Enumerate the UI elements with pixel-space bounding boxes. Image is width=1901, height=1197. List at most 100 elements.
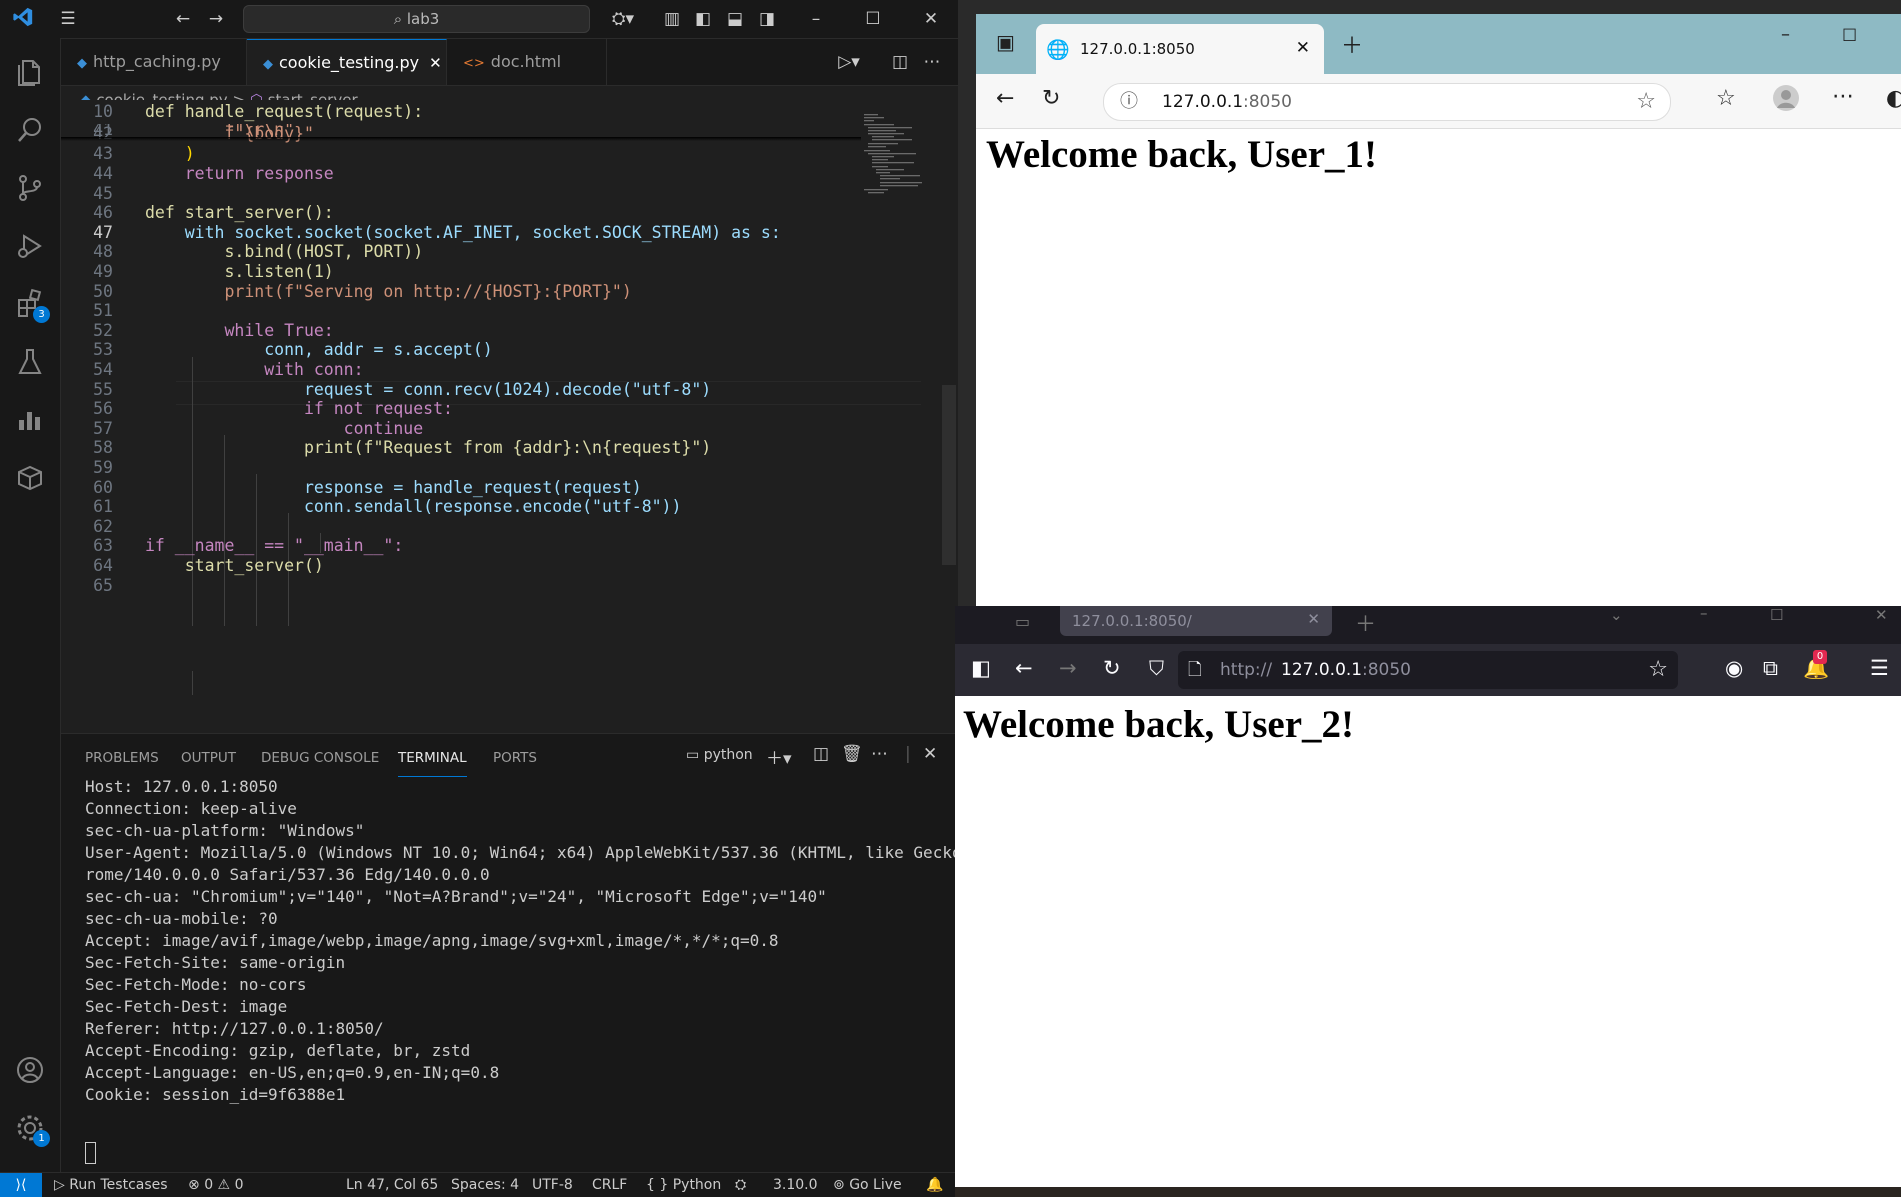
toggle-panel-icon[interactable]: ⬓	[722, 6, 748, 32]
maximize-icon[interactable]: ☐	[1842, 26, 1857, 46]
activity-bar: 3 1	[0, 38, 61, 1172]
account-icon[interactable]: ◉	[1725, 656, 1743, 680]
tab-terminal[interactable]: TERMINAL	[398, 746, 467, 777]
notifications-bell-icon[interactable]: 🔔	[926, 1173, 943, 1197]
toggle-primary-sidebar-icon[interactable]: ◧	[690, 6, 716, 32]
copilot-status-icon[interactable]: ⛭	[735, 1173, 746, 1197]
indentation[interactable]: Spaces: 4	[451, 1173, 519, 1197]
sidebar-icon[interactable]: ◧	[971, 656, 991, 680]
code-editor[interactable]: 41 f"\r\n" 42 f"{body}" 43 ) 44 return r…	[61, 100, 941, 724]
menu-icon[interactable]: ☰	[55, 6, 81, 32]
bookmark-star-icon[interactable]: ☆	[1648, 651, 1668, 689]
vscode-logo-icon	[10, 6, 36, 32]
profile-avatar-icon[interactable]	[1772, 84, 1800, 118]
tab-cookie-testing[interactable]: ◆ cookie_testing.py ✕	[247, 39, 447, 85]
manage-gear-icon[interactable]: 1	[14, 1112, 50, 1147]
back-arrow-icon[interactable]: ←	[996, 86, 1014, 111]
end-of-line[interactable]: CRLF	[592, 1173, 627, 1197]
go-live-button[interactable]: ⊚ Go Live	[833, 1173, 902, 1197]
shield-icon[interactable]: ⛉	[1149, 656, 1164, 680]
terminal-output[interactable]: Host: 127.0.0.1:8050 Connection: keep-al…	[85, 776, 958, 1106]
tab-http-caching[interactable]: ◆ http_caching.py	[61, 39, 247, 85]
back-arrow-icon[interactable]: ←	[1015, 656, 1033, 680]
close-icon[interactable]: ✕	[918, 6, 944, 32]
split-editor-icon[interactable]: ◫	[887, 49, 913, 75]
tab-list-icon[interactable]: ▭	[1015, 612, 1030, 631]
firefox-tab[interactable]: 127.0.0.1:8050/ ✕	[1060, 606, 1332, 636]
minimap[interactable]	[860, 112, 940, 252]
reload-icon[interactable]: ↻	[1103, 656, 1121, 680]
copilot-icon[interactable]: ⛭▾	[603, 6, 643, 32]
run-testcases-button[interactable]: ▷ Run Testcases	[54, 1173, 168, 1197]
sticky-scroll-line[interactable]: 10 def handle_request(request):	[61, 100, 861, 124]
forward-arrow-icon[interactable]: →	[203, 6, 229, 32]
refresh-icon[interactable]: ↻	[1042, 86, 1060, 111]
globe-icon: 🌐	[1046, 39, 1070, 61]
problems-indicator[interactable]: ⊗ 0 ⚠ 0	[188, 1173, 243, 1197]
address-bar[interactable]: 🗋 http://127.0.0.1:8050 ☆	[1178, 651, 1678, 689]
more-actions-icon[interactable]: ⋯	[871, 744, 888, 764]
customize-layout-icon[interactable]: ▥	[659, 6, 685, 32]
divider: |	[905, 744, 911, 764]
more-actions-icon[interactable]: ⋯	[919, 49, 945, 75]
tab-doc-html[interactable]: <> doc.html	[447, 39, 607, 85]
trash-icon[interactable]: 🗑	[841, 744, 863, 764]
source-control-icon[interactable]	[14, 172, 46, 204]
maximize-icon[interactable]: ☐	[860, 6, 886, 32]
remote-indicator-icon[interactable]: ⟩⟨	[0, 1173, 42, 1197]
site-info-icon[interactable]: ⓘ	[1120, 84, 1138, 120]
list-all-tabs-icon[interactable]: ⌄	[1610, 606, 1623, 624]
remote-explorer-icon[interactable]	[14, 462, 46, 494]
settings-more-icon[interactable]: ⋯	[1832, 84, 1854, 109]
extensions-icon[interactable]: 3	[14, 288, 50, 323]
minimize-icon[interactable]: –	[1781, 24, 1790, 45]
command-center-search[interactable]: ⌕ lab3	[243, 5, 590, 33]
copilot-icon[interactable]: ◐	[1886, 86, 1901, 111]
editor-scrollbar[interactable]	[942, 385, 956, 565]
minimize-icon[interactable]: –	[1700, 604, 1708, 622]
close-tab-icon[interactable]: ✕	[1307, 610, 1320, 628]
notification-icon[interactable]: 🔔 0	[1803, 650, 1829, 681]
search-icon[interactable]	[14, 114, 46, 146]
bottom-panel: PROBLEMS OUTPUT DEBUG CONSOLE TERMINAL P…	[61, 733, 958, 1173]
close-panel-icon[interactable]: ✕	[923, 744, 937, 764]
menu-icon[interactable]: ☰	[1870, 656, 1889, 680]
testing-flask-icon[interactable]	[14, 346, 46, 378]
favorites-icon[interactable]: ☆	[1716, 86, 1736, 111]
address-bar[interactable]: ⓘ 127.0.0.1:8050 ☆	[1103, 83, 1671, 121]
terminal-line: Referer: http://127.0.0.1:8050/	[85, 1019, 384, 1038]
extensions-icon[interactable]: ⧉	[1763, 656, 1778, 681]
indent-guide	[192, 671, 193, 695]
minimize-icon[interactable]: –	[803, 6, 829, 32]
tab-output[interactable]: OUTPUT	[181, 746, 236, 776]
run-debug-icon[interactable]	[14, 230, 46, 262]
tab-actions-icon[interactable]: ▣	[996, 30, 1015, 54]
close-window-icon[interactable]: ✕	[1875, 606, 1888, 624]
edge-tab[interactable]: 🌐 127.0.0.1:8050 ✕	[1036, 24, 1324, 74]
tab-debug-console[interactable]: DEBUG CONSOLE	[261, 746, 379, 776]
charts-icon[interactable]	[14, 404, 46, 436]
python-interpreter[interactable]: 3.10.0	[773, 1173, 818, 1197]
terminal-instance[interactable]: ▭ python	[686, 747, 753, 763]
new-terminal-icon[interactable]: ＋▾	[766, 744, 792, 769]
explorer-icon[interactable]	[14, 56, 46, 88]
terminal-line: sec-ch-ua: "Chromium";v="140", "Not=A?Br…	[85, 887, 827, 906]
maximize-icon[interactable]: ☐	[1770, 606, 1783, 624]
close-tab-icon[interactable]: ✕	[429, 54, 442, 72]
run-python-file-icon[interactable]: ▷▾	[836, 49, 862, 75]
tab-problems[interactable]: PROBLEMS	[85, 746, 159, 776]
favorite-star-icon[interactable]: ☆	[1636, 84, 1656, 120]
language-mode[interactable]: { } Python	[646, 1173, 721, 1197]
new-tab-icon[interactable]: ＋	[1355, 608, 1376, 638]
split-terminal-icon[interactable]: ◫	[813, 744, 829, 764]
back-arrow-icon[interactable]: ←	[170, 6, 196, 32]
toggle-secondary-sidebar-icon[interactable]: ◨	[754, 6, 780, 32]
tab-ports[interactable]: PORTS	[493, 746, 537, 776]
cursor-position[interactable]: Ln 47, Col 65	[346, 1173, 438, 1197]
account-icon[interactable]	[14, 1054, 46, 1086]
new-tab-icon[interactable]: ＋	[1341, 28, 1363, 60]
terminal-line: Sec-Fetch-Site: same-origin	[85, 953, 346, 972]
status-bar: ⟩⟨ ▷ Run Testcases ⊗ 0 ⚠ 0 Ln 47, Col 65…	[0, 1172, 958, 1197]
encoding[interactable]: UTF-8	[532, 1173, 573, 1197]
close-tab-icon[interactable]: ✕	[1296, 38, 1310, 58]
